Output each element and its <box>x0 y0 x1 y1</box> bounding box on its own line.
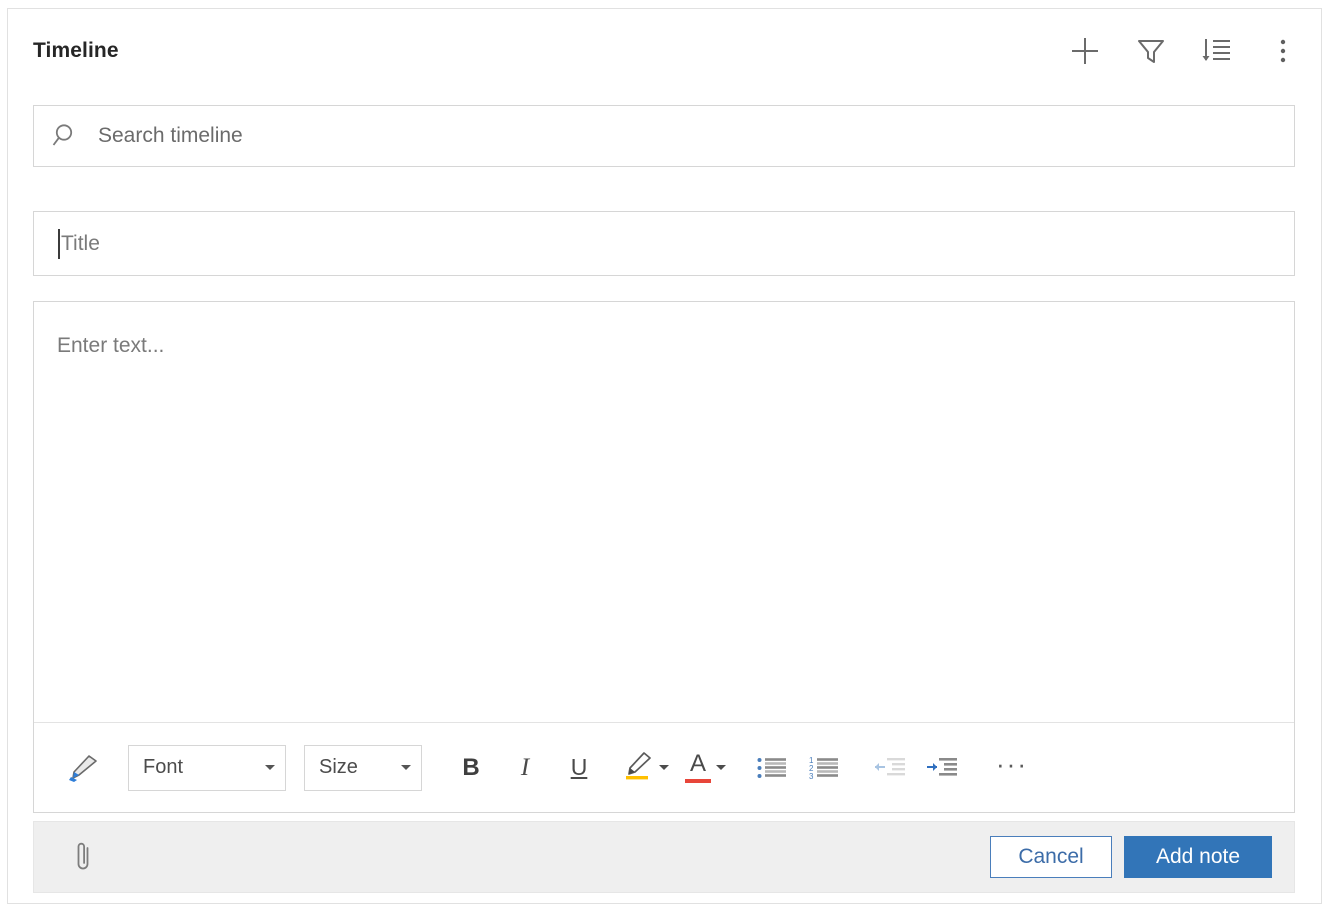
decrease-indent-button[interactable] <box>864 746 916 790</box>
sort-button[interactable] <box>1197 31 1237 71</box>
page-title: Timeline <box>33 39 119 62</box>
font-color-button[interactable]: A <box>685 746 726 790</box>
bold-icon: B <box>462 753 480 781</box>
filter-button[interactable] <box>1131 31 1171 71</box>
increase-indent-button[interactable] <box>916 746 968 790</box>
font-size-label: Size <box>319 756 358 778</box>
numbered-list-button[interactable]: 1 2 3 <box>798 746 850 790</box>
note-action-bar: Cancel Add note <box>33 821 1295 893</box>
underline-icon: U <box>570 754 588 780</box>
search-input[interactable]: Search timeline <box>33 105 1295 167</box>
format-painter-button[interactable] <box>54 746 110 790</box>
attach-button[interactable] <box>54 832 114 882</box>
note-editor: Enter text... Font Size B I U A 1 2 3 ··… <box>33 301 1295 813</box>
italic-button[interactable]: I <box>498 746 552 790</box>
bulleted-list-icon <box>757 756 787 780</box>
search-icon <box>34 121 98 151</box>
font-family-dropdown[interactable]: Font <box>128 744 286 791</box>
more-options-icon <box>1270 35 1296 67</box>
font-size-dropdown[interactable]: Size <box>304 744 422 791</box>
header-action-bar <box>1065 31 1303 71</box>
more-options-button[interactable] <box>1263 31 1303 71</box>
add-button[interactable] <box>1065 31 1105 71</box>
paintbrush-icon <box>65 753 99 783</box>
cancel-button[interactable]: Cancel <box>990 836 1112 878</box>
underline-button[interactable]: U <box>552 746 606 790</box>
svg-text:3: 3 <box>809 772 814 780</box>
add-note-button[interactable]: Add note <box>1124 836 1272 878</box>
filter-icon <box>1135 35 1167 67</box>
note-body-field[interactable]: Enter text... <box>34 302 1294 721</box>
sort-descending-icon <box>1201 35 1233 67</box>
bold-button[interactable]: B <box>444 746 498 790</box>
footer-buttons: Cancel Add note <box>990 836 1272 878</box>
note-title-placeholder: Title <box>61 231 100 255</box>
note-body-placeholder: Enter text... <box>57 334 165 357</box>
bulleted-list-button[interactable] <box>746 746 798 790</box>
highlight-color-button[interactable] <box>620 746 669 790</box>
text-caret <box>58 228 60 259</box>
search-placeholder: Search timeline <box>98 124 243 147</box>
highlighter-icon <box>620 749 654 786</box>
chevron-down-icon <box>401 765 411 770</box>
italic-icon: I <box>520 754 530 781</box>
decrease-indent-icon <box>874 756 906 780</box>
add-icon <box>1068 34 1102 68</box>
panel-header: Timeline <box>8 9 1321 93</box>
chevron-down-icon <box>659 765 669 770</box>
increase-indent-icon <box>926 756 958 780</box>
note-title-field[interactable]: Title <box>33 211 1295 276</box>
timeline-panel: Timeline Search timeline Title Enter tex… <box>7 8 1322 904</box>
chevron-down-icon <box>716 765 726 770</box>
font-family-label: Font <box>143 756 184 778</box>
format-toolbar: Font Size B I U A 1 2 3 ··· <box>34 722 1294 812</box>
numbered-list-icon: 1 2 3 <box>809 756 839 780</box>
ellipsis-icon: ··· <box>996 748 1028 779</box>
paperclip-icon <box>71 839 97 876</box>
toolbar-overflow-button[interactable]: ··· <box>986 746 1038 790</box>
chevron-down-icon <box>265 765 275 770</box>
font-color-icon: A <box>685 752 711 783</box>
